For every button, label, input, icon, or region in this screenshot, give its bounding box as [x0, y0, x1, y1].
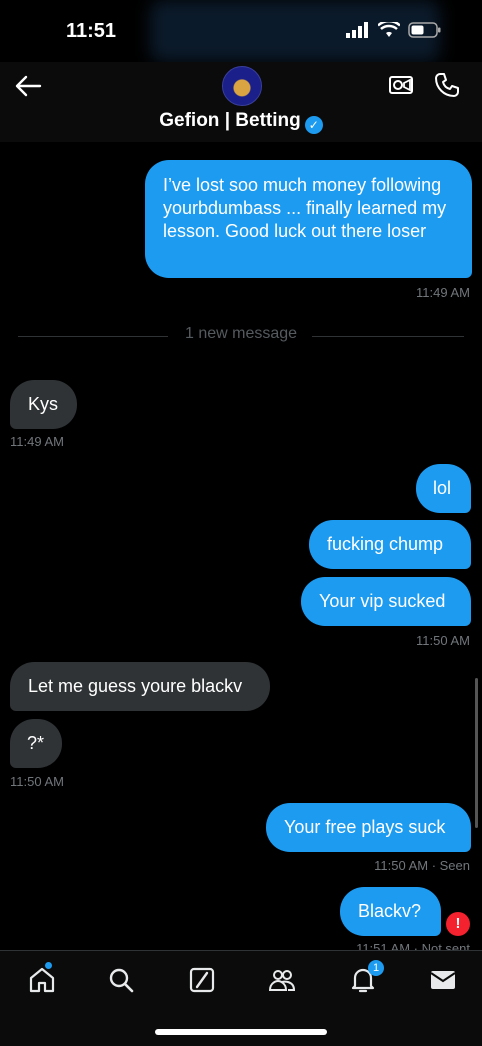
message-outgoing[interactable]: I’ve lost soo much money following yourb… [145, 160, 472, 278]
communities-icon[interactable] [268, 966, 296, 994]
message-incoming[interactable]: Let me guess youre blackv [10, 662, 270, 711]
error-alert-icon[interactable]: ! [446, 912, 470, 936]
new-message-divider: 1 new message [184, 325, 298, 342]
home-unread-dot [45, 962, 52, 969]
contact-name: Gefion | Betting [159, 110, 301, 131]
message-outgoing[interactable]: Your vip sucked [301, 577, 471, 626]
back-arrow-icon[interactable] [14, 74, 42, 98]
signal-icon [346, 22, 368, 38]
message-outgoing[interactable]: Your free plays suck [266, 803, 471, 852]
notification-count-badge: 1 [368, 960, 384, 976]
message-timestamp: 11:49 AM [416, 285, 470, 300]
message-timestamp-seen: 11:50 AM · Seen [374, 858, 470, 873]
message-timestamp: 11:50 AM [416, 633, 470, 648]
verified-badge-icon: ✓ [304, 116, 323, 134]
message-outgoing-failed[interactable]: Blackv? [340, 887, 441, 936]
home-indicator[interactable] [155, 1029, 327, 1035]
home-icon[interactable] [28, 966, 56, 994]
video-call-icon[interactable] [388, 74, 414, 96]
message-incoming[interactable]: ?* [10, 719, 62, 768]
message-incoming[interactable]: Kys [10, 380, 77, 429]
avatar[interactable] [222, 66, 262, 106]
message-timestamp: 11:49 AM [10, 434, 64, 449]
contact-title[interactable]: Gefion | Betting ✓ [0, 110, 482, 134]
phone-icon[interactable] [434, 72, 460, 98]
scrollbar[interactable] [475, 678, 478, 828]
status-icons [346, 22, 442, 38]
mail-icon[interactable] [429, 966, 457, 994]
message-outgoing[interactable]: fucking chump [309, 520, 471, 569]
battery-icon [408, 22, 441, 38]
search-icon[interactable] [107, 966, 135, 994]
status-time: 11:51 [66, 20, 117, 42]
message-outgoing[interactable]: lol [416, 464, 471, 513]
divider-line-right [312, 336, 464, 337]
message-timestamp: 11:50 AM [10, 774, 64, 789]
wifi-icon [378, 22, 400, 37]
grok-icon[interactable] [188, 966, 216, 994]
